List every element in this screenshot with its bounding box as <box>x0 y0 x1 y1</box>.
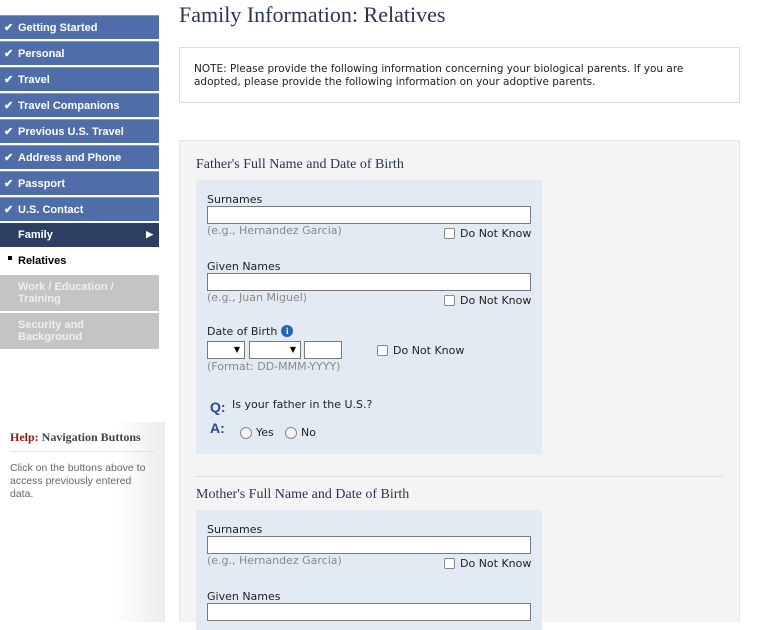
father-dob-label-text: Date of Birth <box>207 325 278 338</box>
nav-item-passport[interactable]: ✔ Passport <box>0 171 159 195</box>
nav-item-label: Work / Education / Training <box>18 281 114 305</box>
checkbox[interactable] <box>444 228 455 239</box>
mother-surnames-input[interactable] <box>207 536 531 554</box>
nav-item-us-contact[interactable]: ✔ U.S. Contact <box>0 197 159 221</box>
nav-item-previous-us-travel[interactable]: ✔ Previous U.S. Travel <box>0 119 159 143</box>
check-icon: ✔ <box>4 152 14 164</box>
nav-item-label: Address and Phone <box>18 151 122 164</box>
father-given-names-do-not-know[interactable]: Do Not Know <box>444 294 531 307</box>
left-navigation: ✔ Getting Started ✔ Personal ✔ Travel ✔ Trav… <box>0 15 159 351</box>
nav-item-personal[interactable]: ✔ Personal <box>0 41 159 65</box>
nav-item-travel[interactable]: ✔ Travel <box>0 67 159 91</box>
father-section-title: Father's Full Name and Date of Birth <box>196 157 404 172</box>
radio-label: No <box>301 426 316 439</box>
bullet-icon <box>8 256 12 260</box>
nav-subitem-relatives[interactable]: Relatives <box>0 249 159 273</box>
arrow-right-icon: ▶ <box>146 229 153 239</box>
nav-item-security-and-background: Security and Background <box>0 313 159 349</box>
check-icon: ✔ <box>4 126 14 138</box>
father-given-names-input[interactable] <box>207 273 531 291</box>
check-icon: ✔ <box>4 22 14 34</box>
father-dob-day-select[interactable]: ▼ <box>207 341 245 359</box>
mother-panel: Surnames (e.g., Hernandez Garcia) Do Not… <box>196 510 542 630</box>
help-title: Help: Navigation Buttons <box>10 430 155 452</box>
check-icon: ✔ <box>4 100 14 112</box>
nav-item-address-and-phone[interactable]: ✔ Address and Phone <box>0 145 159 169</box>
father-surnames-hint: (e.g., Hernandez Garcia) <box>207 224 342 237</box>
help-title-text: Navigation Buttons <box>41 430 141 444</box>
father-in-us-no[interactable]: No <box>285 426 316 439</box>
answer-marker: A: <box>210 420 225 436</box>
father-dob-label: Date of Birth i <box>207 325 294 338</box>
father-dob-hint: (Format: DD-MMM-YYYY) <box>207 360 341 373</box>
nav-item-label: Previous U.S. Travel <box>18 125 124 138</box>
help-box: Help: Navigation Buttons Click on the bu… <box>0 422 165 622</box>
parents-note: NOTE: Please provide the following infor… <box>179 47 740 103</box>
info-icon[interactable]: i <box>281 325 294 337</box>
checkbox[interactable] <box>444 295 455 306</box>
father-given-names-hint: (e.g., Juan Miguel) <box>207 291 308 304</box>
check-icon: ✔ <box>4 204 14 216</box>
checkbox[interactable] <box>377 345 388 356</box>
nav-item-work-education-training: Work / Education / Training <box>0 275 159 311</box>
father-dob-do-not-know[interactable]: Do Not Know <box>377 344 464 357</box>
nav-item-travel-companions[interactable]: ✔ Travel Companions <box>0 93 159 117</box>
check-icon: ✔ <box>4 178 14 190</box>
father-surnames-do-not-know[interactable]: Do Not Know <box>444 227 531 240</box>
father-panel: Surnames (e.g., Hernandez Garcia) Do Not… <box>196 180 542 454</box>
question-marker: Q: <box>210 399 226 415</box>
radio-button[interactable] <box>240 426 252 439</box>
nav-item-label: Family <box>18 229 53 241</box>
nav-item-label: Personal <box>18 47 65 60</box>
help-label: Help: <box>10 430 39 444</box>
page-title: Family Information: Relatives <box>179 2 446 27</box>
checkbox-label: Do Not Know <box>460 294 532 307</box>
mother-given-names-label: Given Names <box>207 590 281 603</box>
help-text: Click on the buttons above to access pre… <box>10 462 146 500</box>
father-surnames-label: Surnames <box>207 193 263 206</box>
father-given-names-label: Given Names <box>207 260 281 273</box>
nav-item-label: Getting Started <box>18 21 98 34</box>
father-in-us-yes[interactable]: Yes <box>240 426 274 439</box>
checkbox[interactable] <box>444 558 455 569</box>
nav-item-family[interactable]: Family ▶ <box>0 223 159 247</box>
mother-surnames-do-not-know[interactable]: Do Not Know <box>444 557 531 570</box>
nav-item-label: Travel Companions <box>18 99 120 112</box>
section-divider <box>196 476 724 477</box>
mother-surnames-label: Surnames <box>207 523 263 536</box>
nav-item-label: U.S. Contact <box>18 203 84 216</box>
checkbox-label: Do Not Know <box>460 557 532 570</box>
radio-label: Yes <box>256 426 274 439</box>
mother-section-title: Mother's Full Name and Date of Birth <box>196 487 410 502</box>
nav-item-label: Security and Background <box>18 319 85 343</box>
nav-item-getting-started[interactable]: ✔ Getting Started <box>0 15 159 39</box>
mother-given-names-input[interactable] <box>207 603 531 621</box>
father-dob-month-select[interactable]: ▼ <box>249 341 301 359</box>
check-icon: ✔ <box>4 74 14 86</box>
checkbox-label: Do Not Know <box>393 344 465 357</box>
mother-surnames-hint: (e.g., Hernandez Garcia) <box>207 554 342 567</box>
nav-item-label: Passport <box>18 177 66 190</box>
nav-item-label: Travel <box>18 73 50 86</box>
father-in-us-question: Is your father in the U.S.? <box>232 398 373 411</box>
checkbox-label: Do Not Know <box>460 227 532 240</box>
father-surnames-input[interactable] <box>207 206 531 224</box>
check-icon: ✔ <box>4 48 14 60</box>
radio-button[interactable] <box>285 426 297 439</box>
nav-item-label: Relatives <box>18 255 67 267</box>
father-dob-year-input[interactable] <box>304 341 342 359</box>
form-area: Father's Full Name and Date of Birth Sur… <box>179 140 740 630</box>
